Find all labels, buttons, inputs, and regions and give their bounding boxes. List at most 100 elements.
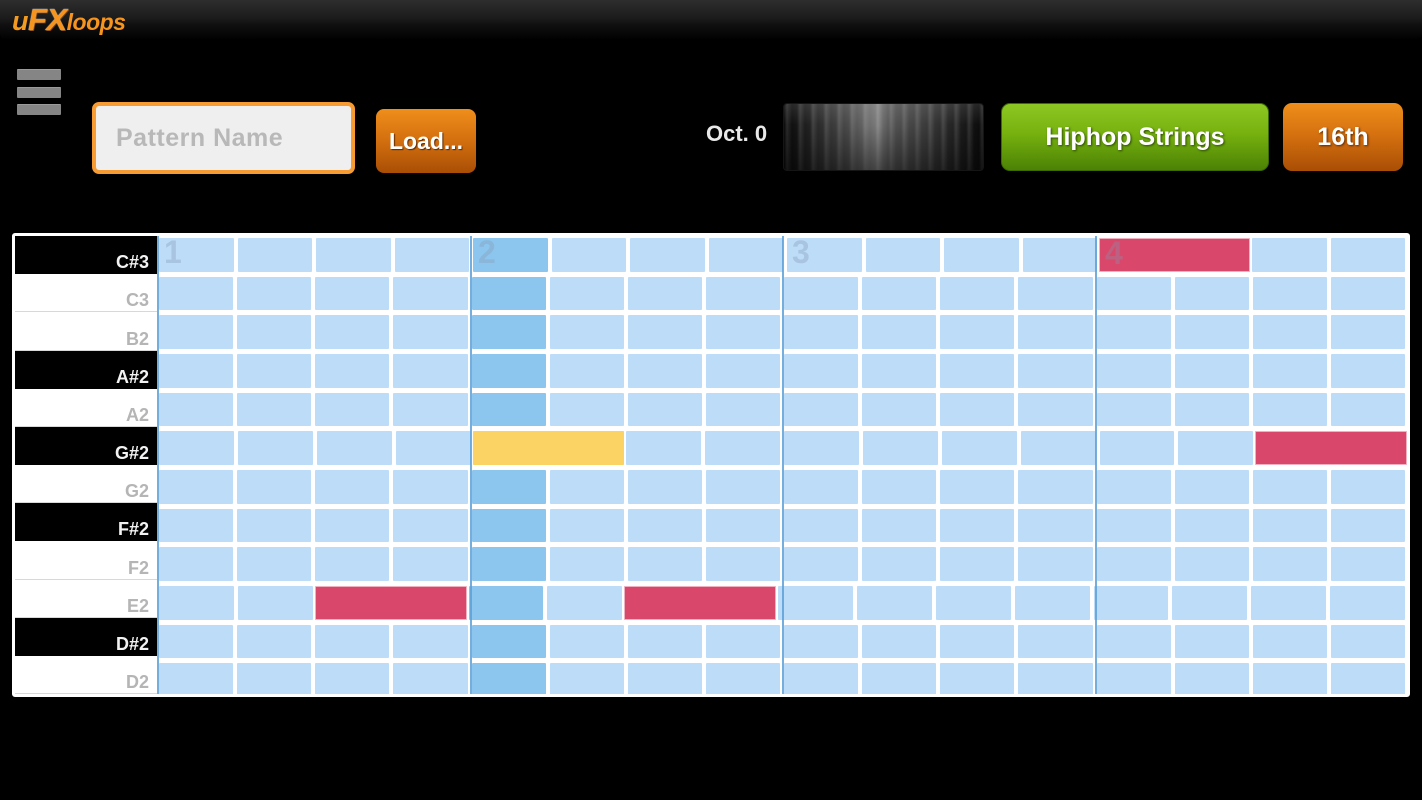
grid-cell[interactable] (627, 547, 702, 581)
note-grid[interactable]: 1 1 2 3 4 (157, 236, 1407, 694)
grid-cell[interactable] (549, 276, 624, 311)
grid-cell[interactable] (549, 315, 624, 349)
grid-cell[interactable] (1252, 238, 1327, 272)
grid-cell[interactable] (940, 276, 1015, 311)
grid-cell[interactable] (784, 392, 859, 427)
grid-cell[interactable] (393, 663, 468, 694)
grid-cell[interactable] (1018, 354, 1093, 388)
grid-cell[interactable] (862, 276, 937, 311)
grid-cell[interactable] (1330, 663, 1405, 694)
grid-cell[interactable] (784, 354, 859, 388)
grid-cell[interactable] (940, 392, 1015, 427)
grid-cell[interactable] (1330, 508, 1405, 543)
grid-cell[interactable] (627, 470, 702, 504)
grid-cell[interactable] (1252, 315, 1327, 349)
grid-cell[interactable] (549, 354, 624, 388)
grid-cell[interactable] (394, 238, 469, 272)
grid-cell[interactable] (393, 624, 468, 659)
grid-cell[interactable] (1174, 276, 1249, 311)
grid-cell-note[interactable] (314, 586, 391, 620)
grid-cell[interactable] (549, 392, 624, 427)
grid-cell[interactable] (1252, 508, 1327, 543)
grid-cell[interactable] (1174, 392, 1249, 427)
grid-cell[interactable] (1174, 354, 1249, 388)
grid-cell[interactable] (1018, 547, 1093, 581)
grid-cell[interactable] (315, 508, 390, 543)
grid-cell[interactable] (708, 238, 783, 272)
grid-cell[interactable] (1096, 354, 1171, 388)
grid-cell[interactable] (549, 547, 624, 581)
grid-cell[interactable] (237, 276, 312, 311)
grid-cell[interactable] (237, 547, 312, 581)
grid-cell[interactable] (159, 624, 234, 659)
note-lane[interactable] (157, 313, 1407, 352)
note-lane[interactable] (157, 506, 1407, 546)
grid-cell[interactable] (237, 354, 312, 388)
grid-cell[interactable] (1330, 392, 1405, 427)
piano-key-B2[interactable]: B2 (15, 312, 157, 351)
note-lane[interactable] (157, 429, 1407, 468)
grid-cell[interactable] (627, 354, 702, 388)
grid-cell[interactable] (1099, 431, 1175, 465)
grid-cell-note[interactable] (390, 586, 467, 620)
grid-cell[interactable] (159, 431, 234, 465)
grid-cell[interactable] (159, 470, 234, 504)
grid-cell[interactable] (784, 276, 859, 311)
grid-cell[interactable] (1096, 315, 1171, 349)
piano-key-E2[interactable]: E2 (15, 579, 157, 618)
grid-cell[interactable] (315, 624, 390, 659)
grid-cell[interactable] (626, 431, 702, 465)
grid-cell[interactable] (941, 431, 1017, 465)
grid-cell[interactable] (1096, 547, 1171, 581)
grid-cell[interactable] (1093, 586, 1169, 620)
grid-cell-note[interactable] (471, 392, 546, 427)
grid-cell[interactable] (393, 354, 468, 388)
grid-cell[interactable] (1018, 392, 1093, 427)
grid-cell[interactable] (1096, 624, 1171, 659)
grid-cell[interactable] (237, 663, 312, 694)
grid-cell[interactable] (1330, 624, 1405, 659)
grid-cell[interactable] (627, 663, 702, 694)
grid-cell[interactable] (627, 276, 702, 311)
grid-cell[interactable] (1018, 663, 1093, 694)
grid-cell[interactable]: 3 (787, 236, 862, 272)
grid-cell[interactable] (1018, 315, 1093, 349)
grid-cell[interactable] (1330, 470, 1405, 504)
grid-cell-note[interactable] (1331, 431, 1407, 465)
grid-cell-note[interactable]: 4 (1099, 237, 1175, 272)
grid-cell[interactable] (862, 431, 938, 465)
grid-cell[interactable] (630, 238, 705, 272)
grid-cell[interactable] (705, 354, 780, 388)
grid-cell[interactable] (159, 276, 234, 311)
grid-cell[interactable] (1174, 547, 1249, 581)
grid-cell[interactable] (940, 354, 1015, 388)
grid-cell[interactable] (778, 586, 853, 620)
grid-cell[interactable] (549, 663, 624, 694)
grid-cell[interactable] (705, 276, 780, 311)
grid-cell[interactable] (393, 315, 468, 349)
piano-key-Gsharp2[interactable]: G#2 (15, 426, 157, 466)
grid-cell[interactable] (784, 663, 859, 694)
grid-cell[interactable] (862, 392, 937, 427)
grid-cell[interactable] (1330, 238, 1405, 272)
note-lane[interactable] (157, 468, 1407, 507)
grid-cell[interactable] (1252, 392, 1327, 427)
grid-cell-note[interactable] (468, 586, 544, 620)
grid-cell[interactable] (1096, 392, 1171, 427)
piano-key-Dsharp2[interactable]: D#2 (15, 617, 157, 656)
grid-cell[interactable] (862, 508, 937, 543)
grid-cell[interactable] (549, 624, 624, 659)
grid-cell[interactable] (159, 315, 234, 349)
grid-cell[interactable] (315, 547, 390, 581)
grid-cell[interactable] (940, 508, 1015, 543)
grid-cell[interactable] (1014, 586, 1090, 620)
piano-key-C3[interactable]: C3 (15, 274, 157, 313)
grid-cell[interactable] (705, 431, 780, 465)
grid-cell[interactable] (315, 663, 390, 694)
grid-cell[interactable] (935, 586, 1011, 620)
note-lane[interactable]: 1 2 3 4 (157, 236, 1407, 275)
grid-cell[interactable] (237, 470, 312, 504)
grid-cell[interactable] (1330, 276, 1405, 311)
grid-cell[interactable] (1252, 624, 1327, 659)
grid-cell-note[interactable] (472, 431, 549, 465)
